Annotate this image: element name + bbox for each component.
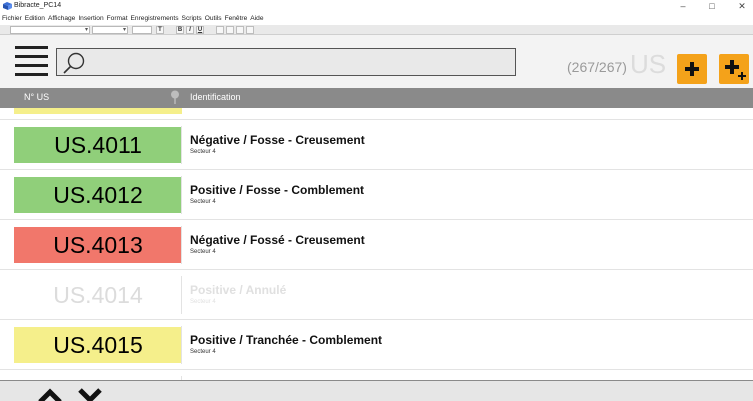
list-row[interactable]: US.4012 Positive / Fosse - Comblement Se… (0, 170, 753, 220)
align-center-icon[interactable] (226, 26, 234, 34)
row-divider (181, 276, 182, 314)
chevron-down-icon: ▾ (84, 27, 88, 33)
us-badge: US.4015 (14, 327, 182, 363)
app-icon (3, 2, 12, 10)
row-divider (181, 226, 182, 264)
row-sector: Secteur 4 (190, 199, 216, 205)
search-input[interactable] (91, 51, 511, 73)
menu-fichier[interactable]: Fichier (2, 13, 22, 25)
column-identification[interactable]: Identification (190, 92, 241, 102)
row-title: Positive / Annulé (190, 283, 287, 297)
previous-row-badge (14, 108, 182, 114)
add-multiple-records-button[interactable] (719, 54, 749, 84)
menu-bar: Fichier Edition Affichage Insertion Form… (0, 13, 753, 25)
record-counter: (267/267) (567, 59, 627, 75)
row-title: Positive / Fosse - Comblement (190, 183, 365, 197)
row-sector: Secteur 4 (190, 249, 216, 255)
row-title: Négative / Fosse - Creusement (190, 133, 365, 147)
window-title: Bibracte_PC14 (14, 2, 62, 9)
menu-insertion[interactable]: Insertion (78, 13, 103, 25)
row-divider (181, 126, 182, 164)
row-sector: Secteur 4 (190, 299, 216, 305)
us-badge: US.4011 (14, 127, 182, 163)
us-badge: US.4013 (14, 227, 182, 263)
maximize-button[interactable]: □ (701, 0, 723, 13)
menu-affichage[interactable]: Affichage (48, 13, 75, 25)
menu-fenetre[interactable]: Fenêtre (225, 13, 248, 25)
search-box[interactable] (56, 48, 516, 76)
chevron-up-icon[interactable] (38, 388, 62, 401)
font-size-select[interactable]: ▾ (92, 26, 128, 34)
align-justify-icon[interactable] (246, 26, 254, 34)
close-button[interactable]: ✕ (731, 0, 753, 13)
pin-icon[interactable] (170, 90, 180, 104)
row-sector: Secteur 4 (190, 149, 216, 155)
column-header: N° US Identification (0, 88, 753, 108)
align-left-icon[interactable] (216, 26, 224, 34)
chevron-down-icon[interactable] (78, 388, 102, 401)
row-divider (181, 176, 182, 214)
hamburger-icon[interactable] (15, 46, 48, 76)
row-sector: Secteur 4 (190, 349, 216, 355)
italic-button[interactable]: I (186, 26, 194, 34)
title-bar: Bibracte_PC14 – □ ✕ (0, 0, 753, 13)
underline-button[interactable]: U (196, 26, 204, 34)
us-badge: US.4014 (14, 277, 182, 313)
search-icon (63, 52, 85, 74)
bottom-nav-bar (0, 380, 753, 401)
plus-icon (685, 62, 699, 76)
list-row[interactable]: US.4011 Négative / Fosse - Creusement Se… (0, 120, 753, 170)
menu-format[interactable]: Format (107, 13, 128, 25)
menu-scripts[interactable]: Scripts (182, 13, 202, 25)
counter-unit-label: US (630, 49, 667, 79)
row-title: Négative / Fossé - Creusement (190, 233, 365, 247)
row-divider (181, 326, 182, 364)
plus-small-icon (738, 72, 746, 80)
align-right-icon[interactable] (236, 26, 244, 34)
row-title: Positive / Tranchée - Comblement (190, 333, 383, 347)
chevron-down-icon: ▾ (122, 27, 126, 33)
list-row[interactable]: US.4013 Négative / Fossé - Creusement Se… (0, 220, 753, 270)
column-us-number[interactable]: N° US (24, 92, 49, 102)
add-record-button[interactable] (677, 54, 707, 84)
color-picker[interactable] (132, 26, 152, 34)
format-toolbar: ▾ ▾ T B I U (0, 25, 753, 35)
list-row[interactable]: US.4015 Positive / Tranchée - Comblement… (0, 320, 753, 370)
menu-aide[interactable]: Aide (250, 13, 263, 25)
font-select[interactable]: ▾ (10, 26, 90, 34)
record-list: US.4011 Négative / Fosse - Creusement Se… (0, 108, 753, 380)
row-separator (0, 369, 753, 370)
us-badge: US.4012 (14, 177, 182, 213)
menu-edition[interactable]: Edition (25, 13, 45, 25)
list-row[interactable]: US.4014 Positive / Annulé Secteur 4 (0, 270, 753, 320)
search-header: (267/267) US (0, 35, 753, 88)
plus-multi-icon (725, 60, 739, 74)
text-style-button[interactable]: T (156, 26, 164, 34)
minimize-button[interactable]: – (672, 0, 694, 13)
bold-button[interactable]: B (176, 26, 184, 34)
menu-outils[interactable]: Outils (205, 13, 222, 25)
menu-enregistrements[interactable]: Enregistrements (131, 13, 179, 25)
